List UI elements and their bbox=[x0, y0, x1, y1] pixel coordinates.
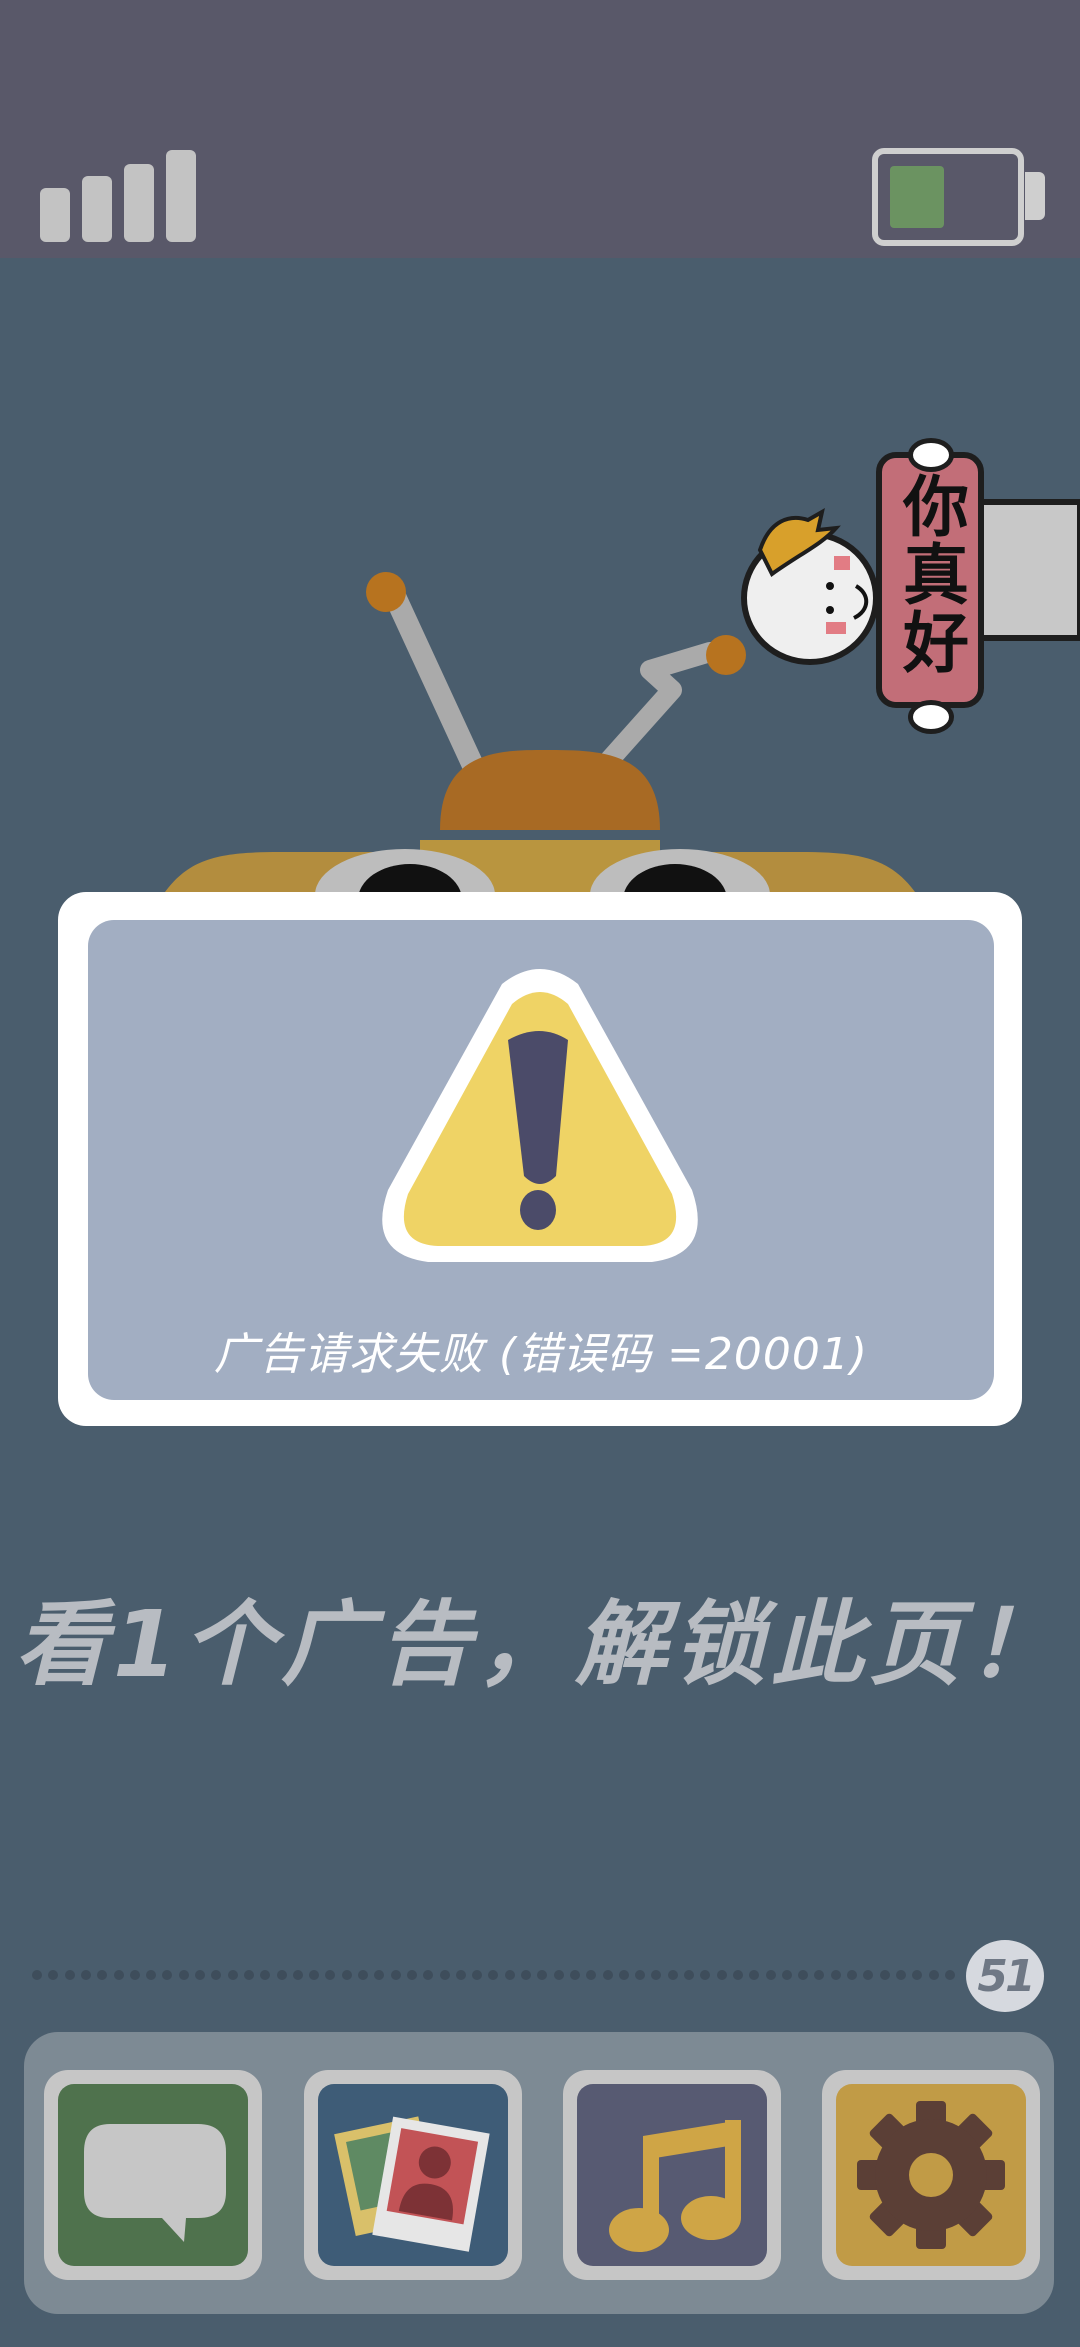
warning-icon bbox=[382, 969, 698, 1262]
progress-dot bbox=[879, 1970, 890, 1980]
progress-dot bbox=[341, 1970, 352, 1980]
progress-dot bbox=[439, 1970, 450, 1980]
music-app-button[interactable] bbox=[563, 2070, 781, 2280]
speech-bubble-icon bbox=[84, 2124, 226, 2242]
greeting-sign: 你真好 bbox=[876, 452, 984, 708]
settings-app-button[interactable] bbox=[822, 2070, 1040, 2280]
progress-dot bbox=[195, 1970, 205, 1980]
progress-dot bbox=[521, 1970, 531, 1980]
progress-dot bbox=[292, 1970, 303, 1980]
photos-app-button[interactable] bbox=[304, 2070, 522, 2280]
sign-knob-top bbox=[908, 438, 954, 472]
progress-dot bbox=[455, 1970, 466, 1980]
progress-dot bbox=[129, 1970, 140, 1980]
progress-dot bbox=[553, 1970, 564, 1980]
progress-dot bbox=[358, 1970, 368, 1980]
progress-dot bbox=[602, 1970, 613, 1980]
unlock-page-prompt[interactable]: 看1个广告，解锁此页！ bbox=[0, 1570, 1080, 1703]
progress-dot bbox=[390, 1970, 401, 1980]
progress-dot bbox=[243, 1970, 254, 1980]
progress-dot bbox=[667, 1970, 678, 1980]
progress-dot bbox=[276, 1970, 287, 1980]
progress-dot bbox=[847, 1970, 857, 1980]
progress-dot bbox=[684, 1970, 694, 1980]
battery-level bbox=[890, 166, 944, 228]
ad-error-message: 广告请求失败 (错误码 =20001) bbox=[213, 1329, 869, 1380]
sign-knob-bottom bbox=[908, 700, 954, 734]
battery-cap bbox=[1025, 172, 1045, 220]
greeting-sign-text: 你真好 bbox=[892, 472, 969, 676]
progress-dot bbox=[406, 1970, 417, 1980]
progress-dot bbox=[80, 1970, 91, 1980]
page-counter-badge: 51 bbox=[966, 1940, 1044, 2012]
battery-icon bbox=[872, 148, 1024, 246]
progress-dot bbox=[227, 1970, 238, 1980]
robot-antenna-left-icon bbox=[366, 572, 487, 783]
progress-dot bbox=[895, 1970, 906, 1980]
progress-dot bbox=[765, 1970, 776, 1980]
progress-dot bbox=[716, 1970, 727, 1980]
progress-dot bbox=[781, 1970, 792, 1980]
messages-app-button[interactable] bbox=[44, 2070, 262, 2280]
signal-strength-icon bbox=[40, 150, 200, 242]
progress-dot bbox=[178, 1970, 189, 1980]
progress-dot bbox=[928, 1970, 939, 1980]
robot-antenna-right-icon bbox=[595, 635, 746, 775]
progress-dot bbox=[569, 1970, 580, 1980]
robot-head-dome bbox=[440, 750, 660, 830]
progress-dot bbox=[113, 1970, 124, 1980]
photo-icon bbox=[334, 2116, 490, 2252]
music-note-icon bbox=[609, 2120, 741, 2252]
progress-dot bbox=[830, 1970, 841, 1980]
progress-dot bbox=[64, 1970, 75, 1980]
progress-dot bbox=[504, 1970, 515, 1980]
progress-dot bbox=[618, 1970, 629, 1980]
progress-dot bbox=[732, 1970, 743, 1980]
progress-dot bbox=[944, 1970, 955, 1980]
gear-icon bbox=[857, 2101, 1005, 2249]
progress-dot bbox=[32, 1970, 42, 1980]
